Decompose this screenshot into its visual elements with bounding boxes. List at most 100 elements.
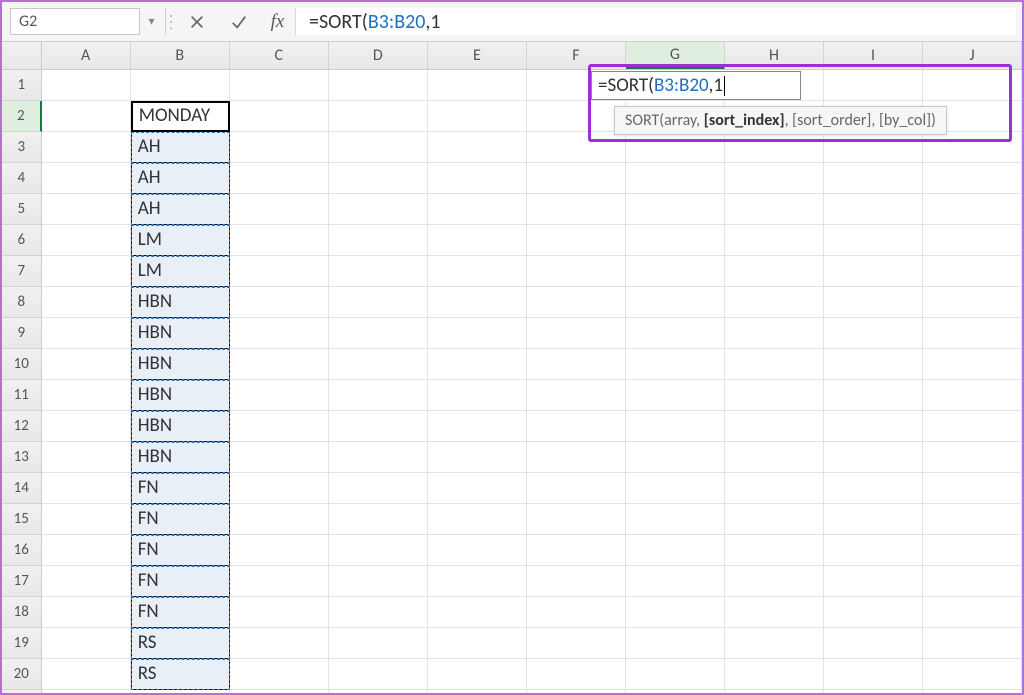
cell-B3[interactable]: AH bbox=[131, 132, 230, 163]
cell-G15[interactable] bbox=[626, 504, 725, 535]
cell-B2[interactable]: MONDAY bbox=[131, 101, 230, 132]
cell-H12[interactable] bbox=[725, 411, 824, 442]
cell-A2[interactable] bbox=[42, 101, 131, 132]
row-header-2[interactable]: 2 bbox=[2, 101, 42, 132]
cell-F14[interactable] bbox=[527, 473, 626, 504]
cell-E2[interactable] bbox=[428, 101, 527, 132]
cell-F10[interactable] bbox=[527, 349, 626, 380]
cell-E20[interactable] bbox=[428, 659, 527, 690]
cell-B19[interactable]: RS bbox=[131, 628, 230, 659]
row-header-8[interactable]: 8 bbox=[2, 287, 42, 318]
cell-F18[interactable] bbox=[527, 597, 626, 628]
cell-H4[interactable] bbox=[725, 163, 824, 194]
cell-H11[interactable] bbox=[725, 380, 824, 411]
cell-B20[interactable]: RS bbox=[131, 659, 230, 690]
cell-A10[interactable] bbox=[42, 349, 131, 380]
cell-D18[interactable] bbox=[329, 597, 428, 628]
cell-E6[interactable] bbox=[428, 225, 527, 256]
cell-E16[interactable] bbox=[428, 535, 527, 566]
row-header-20[interactable]: 20 bbox=[2, 659, 42, 690]
cell-A8[interactable] bbox=[42, 287, 131, 318]
cell-F11[interactable] bbox=[527, 380, 626, 411]
cell-F9[interactable] bbox=[527, 318, 626, 349]
cell-J4[interactable] bbox=[923, 163, 1022, 194]
cell-I20[interactable] bbox=[824, 659, 923, 690]
row-header-17[interactable]: 17 bbox=[2, 566, 42, 597]
cell-D7[interactable] bbox=[329, 256, 428, 287]
cell-A9[interactable] bbox=[42, 318, 131, 349]
cell-H16[interactable] bbox=[725, 535, 824, 566]
cell-D13[interactable] bbox=[329, 442, 428, 473]
cell-E8[interactable] bbox=[428, 287, 527, 318]
cell-J10[interactable] bbox=[923, 349, 1022, 380]
cell-I18[interactable] bbox=[824, 597, 923, 628]
row-header-3[interactable]: 3 bbox=[2, 132, 42, 163]
cell-F4[interactable] bbox=[527, 163, 626, 194]
cell-A16[interactable] bbox=[42, 535, 131, 566]
cell-C19[interactable] bbox=[230, 628, 329, 659]
cell-G16[interactable] bbox=[626, 535, 725, 566]
cell-J17[interactable] bbox=[923, 566, 1022, 597]
cell-J5[interactable] bbox=[923, 194, 1022, 225]
row-header-13[interactable]: 13 bbox=[2, 442, 42, 473]
cell-B8[interactable]: HBN bbox=[131, 287, 230, 318]
cell-I16[interactable] bbox=[824, 535, 923, 566]
cell-E21[interactable] bbox=[428, 690, 527, 693]
cell-C15[interactable] bbox=[230, 504, 329, 535]
row-header-9[interactable]: 9 bbox=[2, 318, 42, 349]
cell-B9[interactable]: HBN bbox=[131, 318, 230, 349]
cell-I8[interactable] bbox=[824, 287, 923, 318]
cell-J13[interactable] bbox=[923, 442, 1022, 473]
cell-J12[interactable] bbox=[923, 411, 1022, 442]
cell-I14[interactable] bbox=[824, 473, 923, 504]
cell-C7[interactable] bbox=[230, 256, 329, 287]
cell-B7[interactable]: LM bbox=[131, 256, 230, 287]
cell-E1[interactable] bbox=[428, 70, 527, 101]
cell-G21[interactable] bbox=[626, 690, 725, 693]
row-header-11[interactable]: 11 bbox=[2, 380, 42, 411]
cell-F8[interactable] bbox=[527, 287, 626, 318]
cell-B5[interactable]: AH bbox=[131, 194, 230, 225]
cancel-formula-button[interactable] bbox=[176, 2, 218, 41]
cell-J18[interactable] bbox=[923, 597, 1022, 628]
cell-H5[interactable] bbox=[725, 194, 824, 225]
cell-H15[interactable] bbox=[725, 504, 824, 535]
cell-E14[interactable] bbox=[428, 473, 527, 504]
cell-A21[interactable] bbox=[42, 690, 131, 693]
cell-G17[interactable] bbox=[626, 566, 725, 597]
cell-A19[interactable] bbox=[42, 628, 131, 659]
cell-H18[interactable] bbox=[725, 597, 824, 628]
cell-G10[interactable] bbox=[626, 349, 725, 380]
cell-J6[interactable] bbox=[923, 225, 1022, 256]
cell-E18[interactable] bbox=[428, 597, 527, 628]
cell-G4[interactable] bbox=[626, 163, 725, 194]
cell-H7[interactable] bbox=[725, 256, 824, 287]
cell-A7[interactable] bbox=[42, 256, 131, 287]
cell-C5[interactable] bbox=[230, 194, 329, 225]
spreadsheet-grid[interactable]: ABCDEFGHIJ 12MONDAY3AH4AH5AH6LM7LM8HBN9H… bbox=[2, 42, 1022, 693]
cell-D21[interactable] bbox=[329, 690, 428, 693]
cell-G7[interactable] bbox=[626, 256, 725, 287]
insert-function-button[interactable]: fx bbox=[260, 8, 296, 35]
cell-D5[interactable] bbox=[329, 194, 428, 225]
cell-A3[interactable] bbox=[42, 132, 131, 163]
cell-B21[interactable] bbox=[131, 690, 230, 693]
cell-E19[interactable] bbox=[428, 628, 527, 659]
cell-I5[interactable] bbox=[824, 194, 923, 225]
cell-B14[interactable]: FN bbox=[131, 473, 230, 504]
cell-F21[interactable] bbox=[527, 690, 626, 693]
cell-J7[interactable] bbox=[923, 256, 1022, 287]
cell-C3[interactable] bbox=[230, 132, 329, 163]
cell-J11[interactable] bbox=[923, 380, 1022, 411]
cell-I7[interactable] bbox=[824, 256, 923, 287]
row-header-1[interactable]: 1 bbox=[2, 70, 42, 101]
cell-D11[interactable] bbox=[329, 380, 428, 411]
cell-C20[interactable] bbox=[230, 659, 329, 690]
cell-F6[interactable] bbox=[527, 225, 626, 256]
cell-H14[interactable] bbox=[725, 473, 824, 504]
cell-H17[interactable] bbox=[725, 566, 824, 597]
cell-H21[interactable] bbox=[725, 690, 824, 693]
cell-D14[interactable] bbox=[329, 473, 428, 504]
cell-A15[interactable] bbox=[42, 504, 131, 535]
row-header-18[interactable]: 18 bbox=[2, 597, 42, 628]
